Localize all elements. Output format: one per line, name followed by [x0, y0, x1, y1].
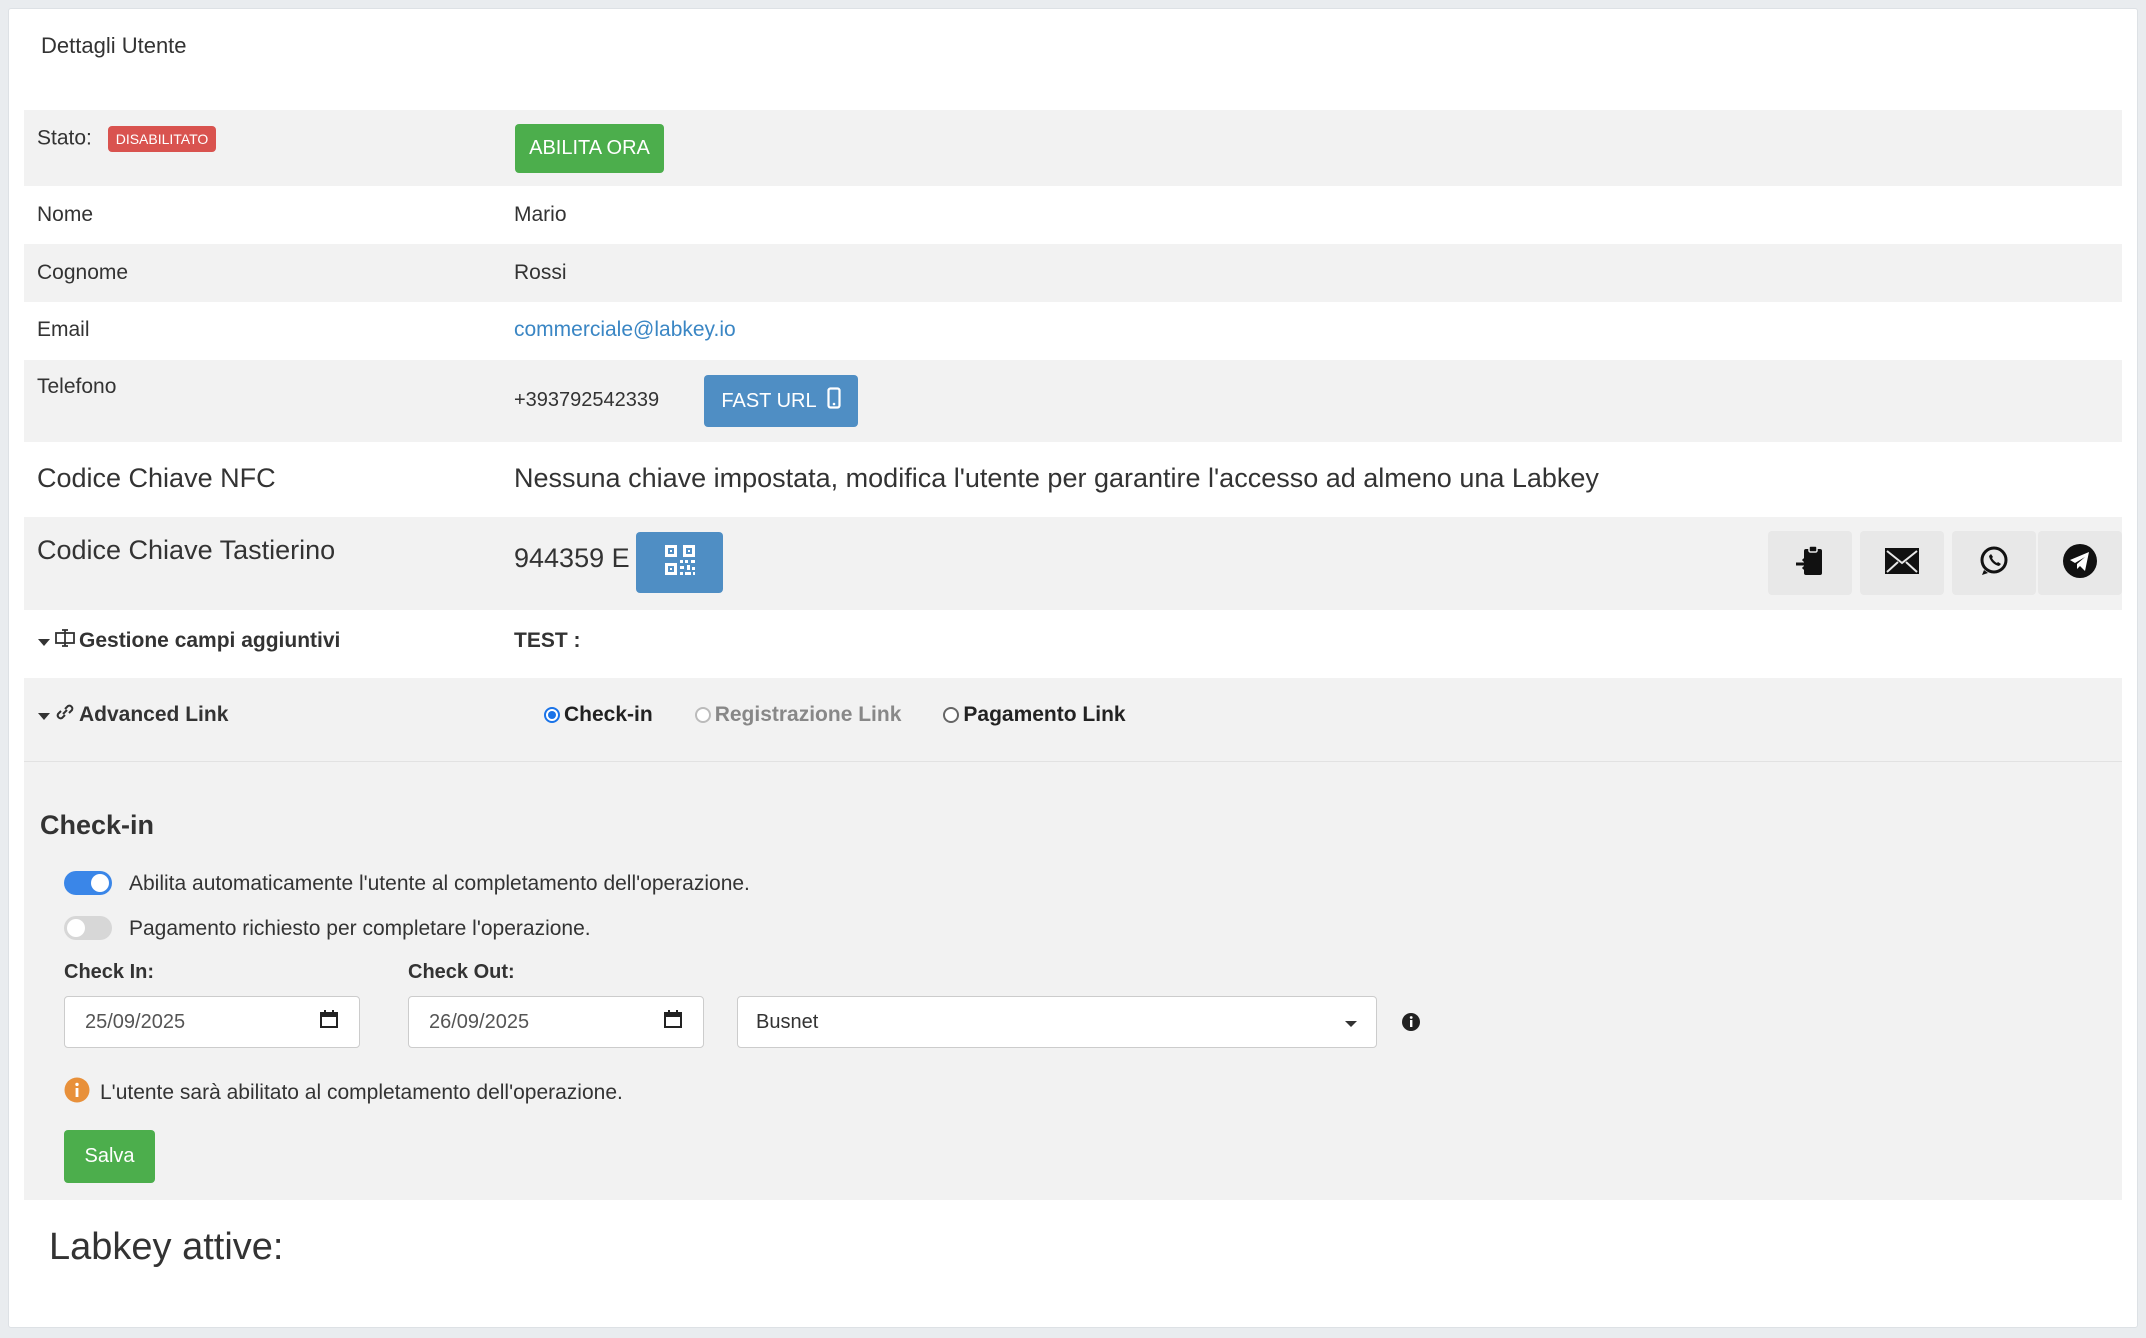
radio-check-in[interactable]: Check-in: [544, 703, 653, 727]
clipboard-icon: [1794, 544, 1826, 583]
radio-registrazione-link: Registrazione Link: [694, 703, 901, 727]
radio-pagamento-link[interactable]: Pagamento Link: [943, 703, 1126, 727]
advanced-link-toggle[interactable]: Advanced Link: [37, 702, 228, 728]
check-out-label: Check Out:: [408, 961, 515, 983]
status-row: Stato: DISABILITATO ABILITA ORA: [24, 110, 2122, 186]
check-in-label: Check In:: [64, 961, 155, 983]
name-value: Mario: [514, 203, 567, 226]
link-type-radio-group: Check-in Registrazione Link Pagamento Li…: [544, 703, 1126, 727]
send-whatsapp-button[interactable]: [1952, 531, 2036, 595]
nfc-label: Codice Chiave NFC: [37, 463, 276, 493]
surname-row: Cognome Rossi: [24, 244, 2122, 302]
extra-fields-toggle[interactable]: Gestione campi aggiuntivi: [37, 629, 340, 653]
surname-label: Cognome: [37, 261, 129, 284]
gateway-select[interactable]: Busnet: [737, 996, 1377, 1048]
chevron-down-icon: [1344, 1011, 1358, 1034]
status-badge: DISABILITATO: [107, 126, 217, 152]
keypad-code-value: 944359 E: [514, 543, 630, 573]
phone-value: +393792542339: [514, 389, 660, 411]
caret-down-icon: [37, 629, 51, 653]
save-button[interactable]: Salva: [64, 1130, 155, 1183]
enable-now-button[interactable]: ABILITA ORA: [515, 124, 664, 173]
email-label: Email: [37, 318, 90, 341]
nfc-row: Codice Chiave NFC Nessuna chiave imposta…: [24, 442, 2122, 517]
telegram-icon: [2062, 543, 2098, 584]
advanced-link-row: Advanced Link Check-in Registrazione Lin…: [24, 678, 2122, 762]
qr-code-button[interactable]: [636, 532, 723, 593]
send-telegram-button[interactable]: [2038, 531, 2122, 595]
check-in-date-input[interactable]: 25/09/2025: [64, 996, 360, 1048]
nfc-value: Nessuna chiave impostata, modifica l'ute…: [514, 463, 1599, 493]
surname-value: Rossi: [514, 261, 567, 284]
calendar-icon[interactable]: [663, 1009, 683, 1035]
calendar-icon[interactable]: [319, 1009, 339, 1035]
check-in-title: Check-in: [40, 810, 155, 840]
extra-fields-row: Gestione campi aggiuntivi TEST :: [24, 610, 2122, 678]
whatsapp-icon: [1978, 545, 2010, 582]
user-details-panel: Dettagli Utente Stato: DISABILITATO ABIL…: [8, 8, 2138, 1328]
copy-to-clipboard-button[interactable]: [1768, 531, 1852, 595]
extra-fields-value: TEST :: [514, 629, 581, 652]
status-label: Stato:: [37, 126, 92, 150]
name-label: Nome: [37, 203, 94, 226]
panel-title: Dettagli Utente: [41, 33, 187, 58]
auto-enable-label: Abilita automaticamente l'utente al comp…: [129, 872, 750, 895]
enable-notice: L'utente sarà abilitato al completamento…: [64, 1077, 623, 1109]
advanced-link-label: Advanced Link: [79, 703, 229, 726]
fast-url-label: FAST URL: [721, 389, 817, 412]
email-link[interactable]: commerciale@labkey.io: [514, 318, 736, 342]
name-row: Nome Mario: [24, 186, 2122, 244]
keypad-code-label: Codice Chiave Tastierino: [37, 535, 336, 565]
extra-fields-label: Gestione campi aggiuntivi: [79, 629, 341, 652]
check-in-section: Check-in Abilita automaticamente l'utent…: [24, 762, 2122, 1200]
fields-icon: [55, 629, 75, 653]
enable-notice-text: L'utente sarà abilitato al completamento…: [100, 1081, 623, 1104]
send-email-button[interactable]: [1860, 531, 1944, 595]
phone-row: Telefono +393792542339 FAST URL: [24, 360, 2122, 442]
keypad-code-row: Codice Chiave Tastierino 944359 E: [24, 517, 2122, 610]
fast-url-button[interactable]: FAST URL: [704, 375, 858, 427]
auto-enable-toggle[interactable]: [64, 871, 112, 895]
payment-required-toggle[interactable]: [64, 916, 112, 940]
info-circle-icon: [64, 1077, 90, 1109]
qr-code-icon: [663, 543, 697, 583]
info-icon[interactable]: [1401, 1012, 1421, 1037]
caret-down-icon: [37, 703, 51, 727]
mobile-phone-icon: [827, 387, 841, 415]
active-labkeys-title: Labkey attive:: [49, 1226, 284, 1268]
check-out-date-input[interactable]: 26/09/2025: [408, 996, 704, 1048]
phone-label: Telefono: [37, 375, 117, 398]
email-row: Email commerciale@labkey.io: [24, 302, 2122, 360]
envelope-icon: [1884, 547, 1920, 580]
link-icon: [55, 702, 75, 728]
payment-required-label: Pagamento richiesto per completare l'ope…: [129, 917, 591, 940]
